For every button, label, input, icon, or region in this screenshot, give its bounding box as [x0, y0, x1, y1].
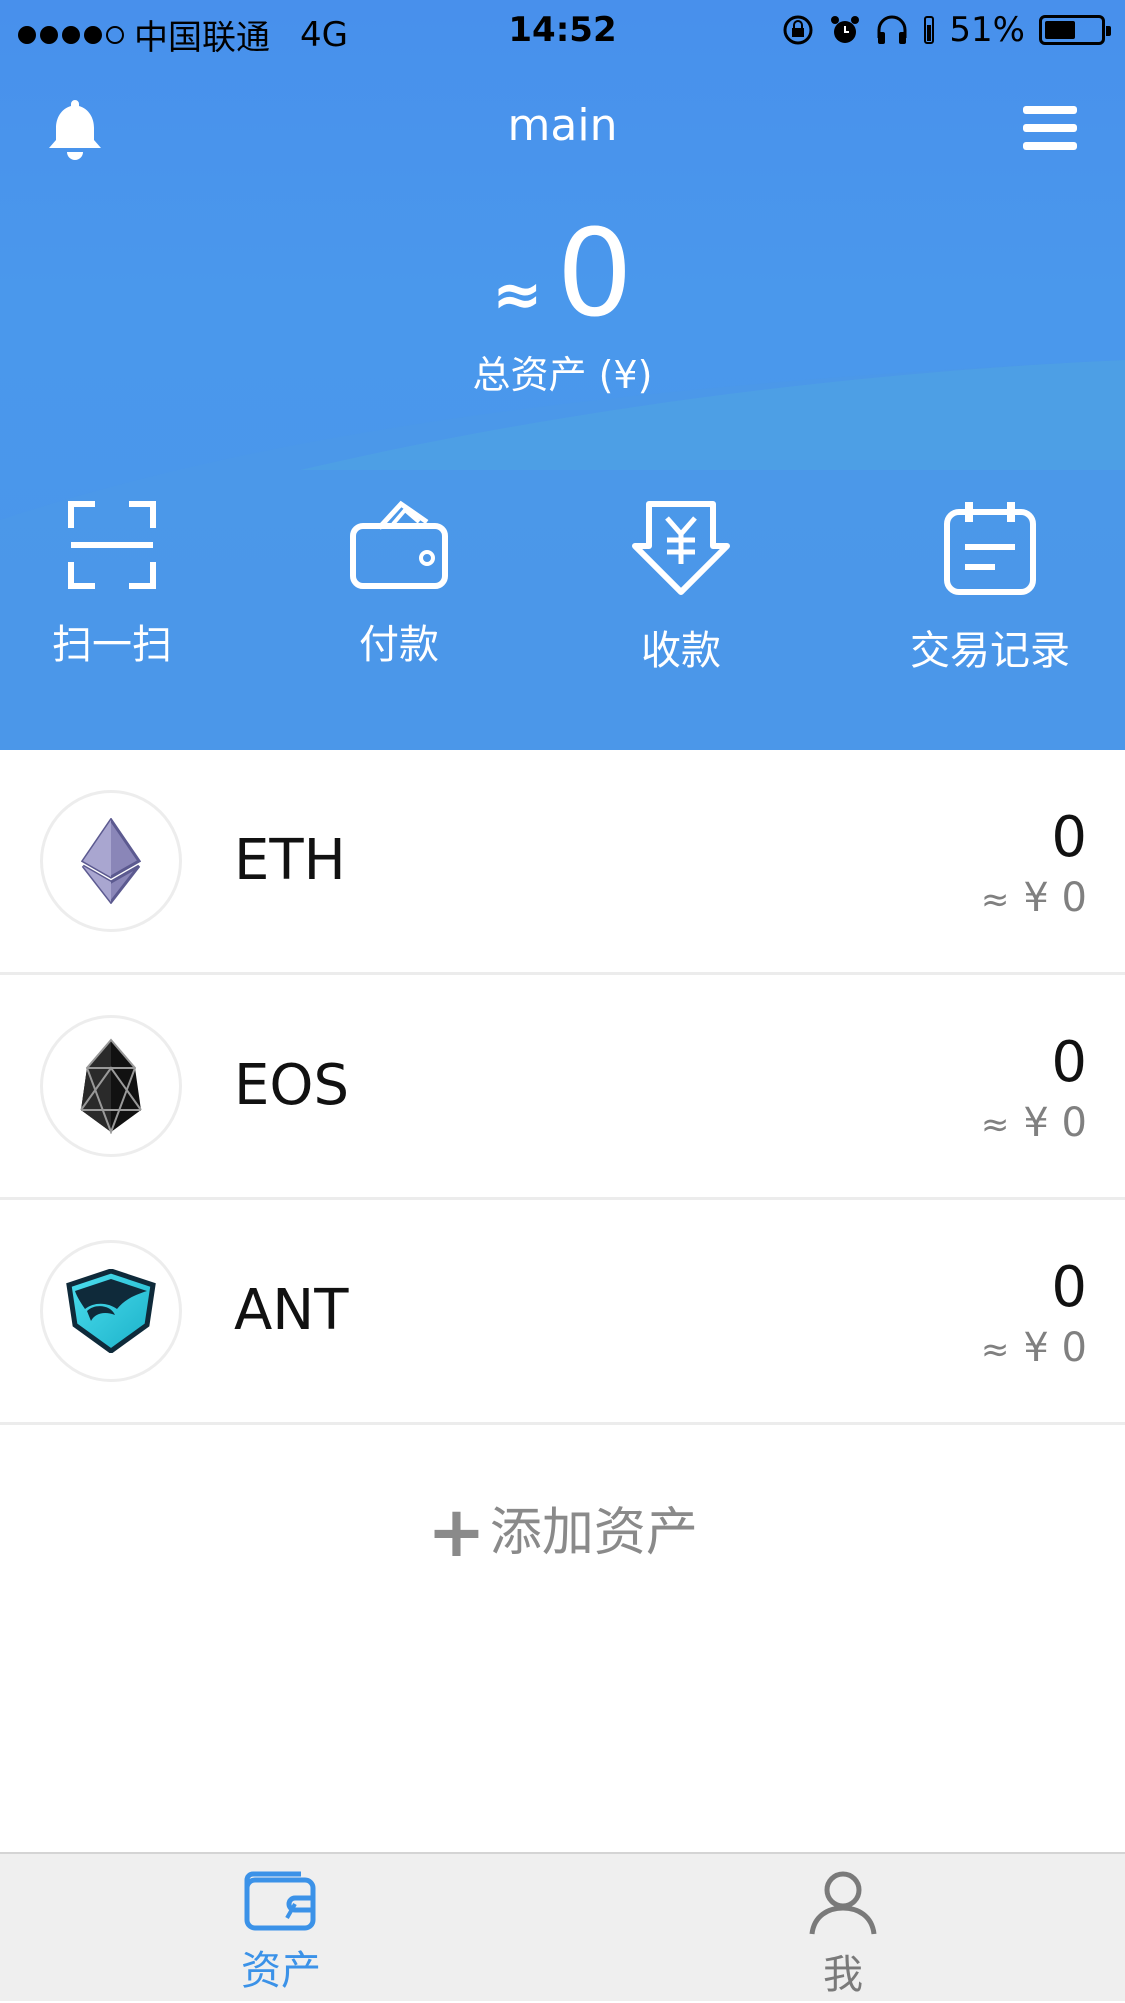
pay-label: 付款 [359, 622, 439, 668]
add-asset-label: 添加资产 [489, 1503, 698, 1563]
asset-fiat-value: ≈ ¥ 0 [981, 875, 1087, 921]
plus-icon: + [427, 1491, 486, 1573]
asset-row-ant[interactable]: ANT 0 ≈ ¥ 0 [0, 1200, 1125, 1425]
wallet-tab-icon [244, 1871, 316, 1931]
approx-sign: ≈ [492, 260, 543, 330]
tab-bar: 资产 我 [0, 1852, 1125, 2001]
menu-icon[interactable] [1023, 104, 1077, 152]
tab-assets-label: 资产 [241, 1948, 321, 1994]
battery-percent: 51% [949, 10, 1025, 50]
scan-label: 扫一扫 [52, 622, 172, 668]
asset-row-eth[interactable]: ETH 0 ≈ ¥ 0 [0, 750, 1125, 975]
fiat-amount: ¥ 0 [1023, 1100, 1087, 1146]
tab-assets[interactable]: 资产 [0, 1854, 562, 2003]
asset-amount: 0 [1051, 805, 1087, 870]
asset-name: EOS [234, 1053, 350, 1118]
tab-me-label: 我 [823, 1952, 863, 1998]
nav-bar: main [0, 90, 1125, 170]
approx-sign: ≈ [980, 1105, 1010, 1145]
alarm-icon [831, 16, 860, 43]
asset-name: ANT [234, 1278, 349, 1343]
user-icon [809, 1871, 877, 1935]
records-label: 交易记录 [910, 628, 1070, 674]
tab-me[interactable]: 我 [562, 1854, 1124, 2003]
asset-list: ETH 0 ≈ ¥ 0 EOS 0 ≈ ¥ 0 ANT 0 ≈ ¥ 0 [0, 750, 1125, 1425]
quick-actions: 扫一扫 付款 收款 交易记录 [0, 500, 1125, 700]
battery-icon [1039, 15, 1111, 45]
pay-button[interactable]: 付款 [289, 500, 509, 670]
approx-sign: ≈ [980, 880, 1010, 920]
eos-logo [40, 1015, 182, 1157]
receive-button[interactable]: 收款 [571, 500, 791, 676]
asset-amount: 0 [1051, 1255, 1087, 1320]
records-icon [944, 502, 1036, 595]
status-right: 51% [781, 10, 1111, 50]
scan-button[interactable]: 扫一扫 [2, 500, 222, 670]
eth-logo [40, 790, 182, 932]
asset-fiat-value: ≈ ¥ 0 [981, 1325, 1087, 1371]
approx-sign: ≈ [980, 1330, 1010, 1370]
add-asset-button[interactable]: +添加资产 [0, 1490, 1125, 1573]
receive-icon [632, 501, 730, 595]
total-label: 总资产 (¥) [472, 353, 653, 397]
asset-name: ETH [234, 828, 346, 893]
asset-fiat-value: ≈ ¥ 0 [981, 1100, 1087, 1146]
receive-label: 收款 [641, 628, 721, 674]
rotation-lock-icon [783, 15, 813, 45]
asset-amount: 0 [1051, 1030, 1087, 1095]
scan-icon [68, 501, 156, 589]
total-value: 0 [556, 205, 633, 344]
page-title: main [507, 100, 618, 151]
header: 中国联通 4G 14:52 51% main ≈ 0 总资产 (¥) 扫一扫 付… [0, 0, 1125, 750]
bluetooth-battery-icon [924, 16, 935, 44]
headphones-icon [877, 15, 907, 44]
asset-row-eos[interactable]: EOS 0 ≈ ¥ 0 [0, 975, 1125, 1200]
status-bar: 中国联通 4G 14:52 51% [0, 0, 1125, 60]
total-assets: ≈ 0 总资产 (¥) [0, 210, 1125, 399]
fiat-amount: ¥ 0 [1023, 1325, 1087, 1371]
records-button[interactable]: 交易记录 [880, 500, 1100, 676]
ant-logo [40, 1240, 182, 1382]
wallet-icon [350, 500, 448, 589]
total-value-row: ≈ 0 [0, 210, 1125, 340]
fiat-amount: ¥ 0 [1023, 875, 1087, 921]
